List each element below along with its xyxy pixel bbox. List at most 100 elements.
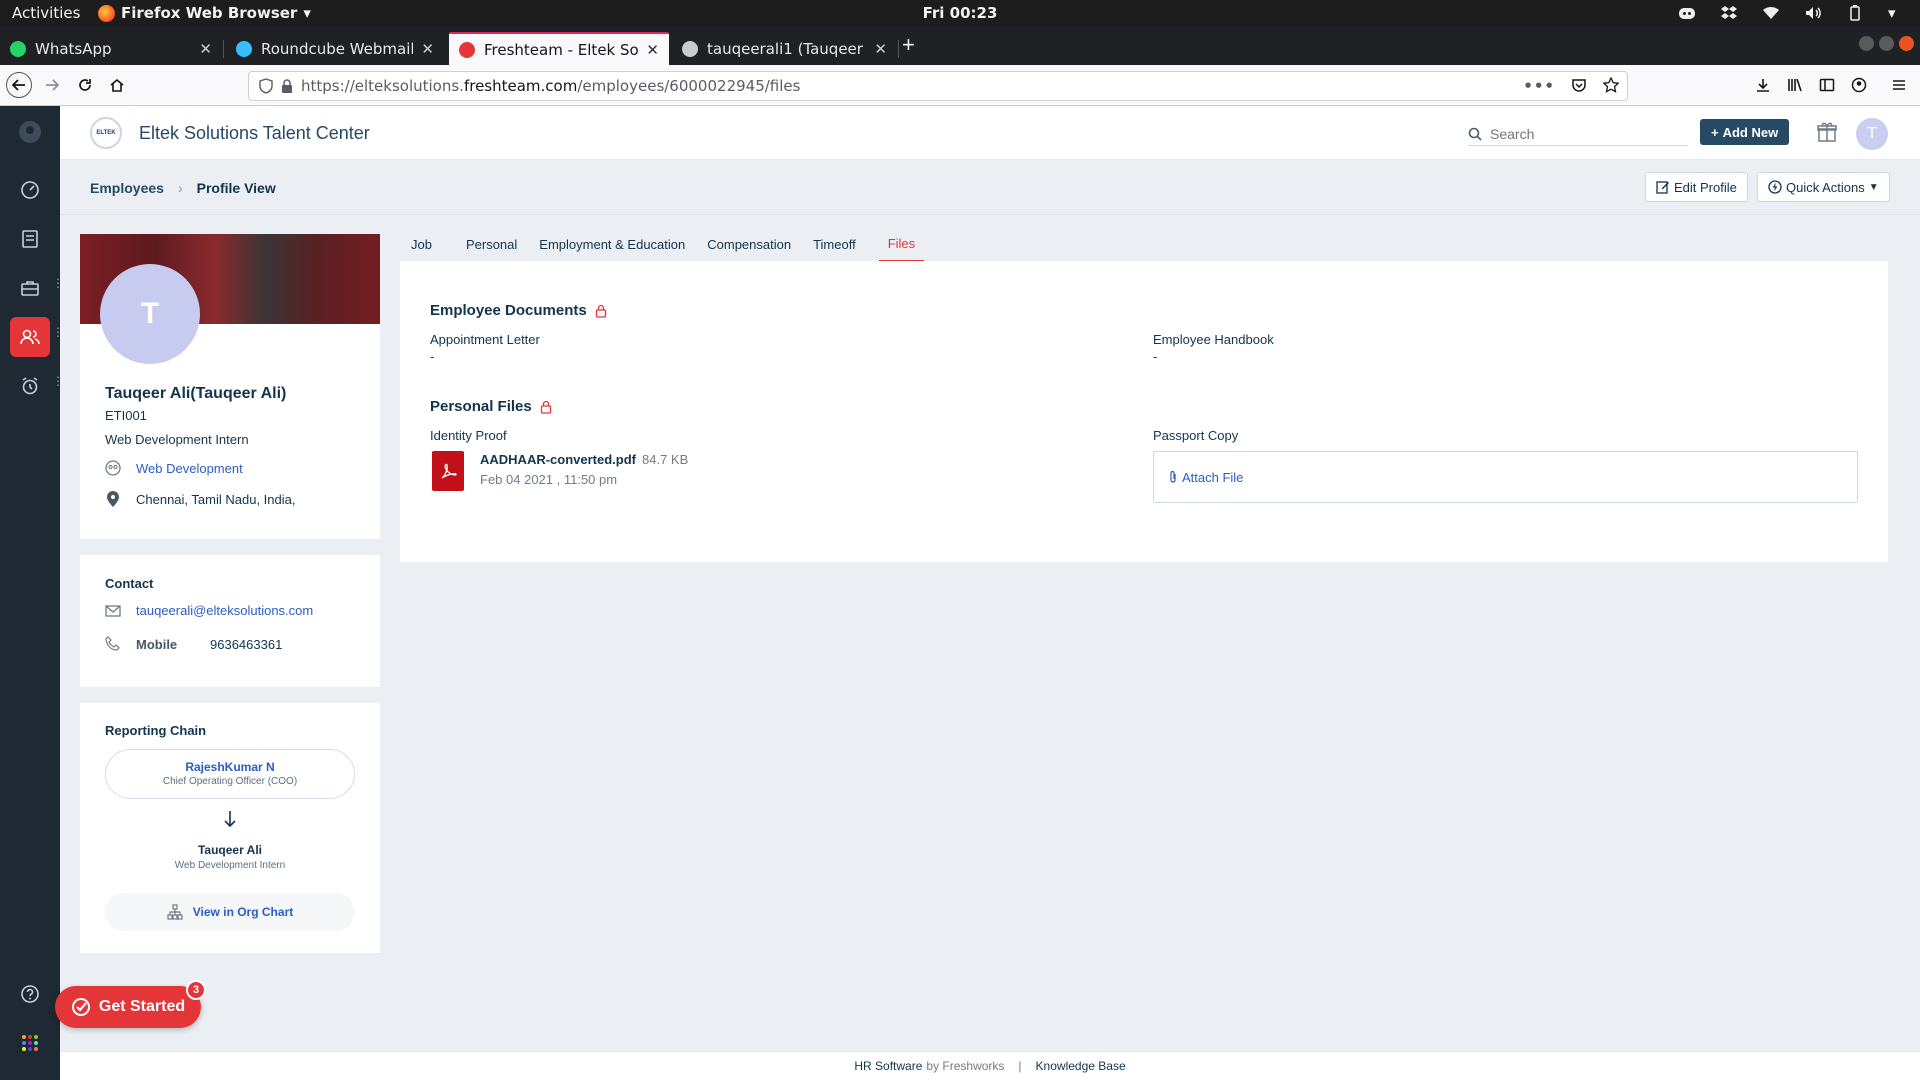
url-bar[interactable]: https://elteksolutions.freshteam.com/emp… xyxy=(248,71,1628,101)
rail-inbox[interactable] xyxy=(10,219,50,259)
attach-file-dropzone[interactable]: Attach File xyxy=(1153,451,1858,503)
get-started-button[interactable]: Get Started xyxy=(55,986,201,1028)
activities-button[interactable]: Activities xyxy=(12,4,80,22)
tab-files[interactable]: Files xyxy=(878,226,925,262)
attach-file-link[interactable]: Attach File xyxy=(1182,470,1243,485)
edit-profile-label: Edit Profile xyxy=(1674,179,1737,195)
volume-icon[interactable] xyxy=(1804,4,1822,22)
dashboard-gauge-icon xyxy=(21,181,39,199)
get-started-badge: 3 xyxy=(186,980,206,1000)
discord-icon[interactable] xyxy=(1678,4,1696,22)
account-icon xyxy=(1851,77,1867,93)
mobile-number[interactable]: 9636463361 xyxy=(210,637,282,652)
company-logo[interactable]: ELTEK xyxy=(90,117,122,149)
tab-timeoff[interactable]: Timeoff xyxy=(802,226,867,262)
file-info: AADHAAR-converted.pdf 84.7 KB Feb 04 2021… xyxy=(480,451,688,491)
account-button[interactable] xyxy=(1846,72,1872,98)
app-menu[interactable]: Firefox Web Browser ▾ xyxy=(98,4,311,22)
tab-personal[interactable]: Personal xyxy=(455,226,528,262)
department-link[interactable]: Web Development xyxy=(136,461,243,476)
profile-avatar[interactable]: T xyxy=(100,264,200,364)
minimize-button[interactable] xyxy=(1859,36,1874,51)
sidebar-icon xyxy=(1819,78,1835,92)
new-tab-button[interactable]: + xyxy=(902,34,915,56)
close-tab-icon[interactable]: ✕ xyxy=(421,40,434,58)
maximize-button[interactable] xyxy=(1879,36,1894,51)
edit-profile-button[interactable]: Edit Profile xyxy=(1645,172,1748,202)
rail-help[interactable] xyxy=(10,974,50,1014)
pocket-icon[interactable] xyxy=(1571,77,1587,95)
rail-more-dots[interactable]: ⋮ xyxy=(52,277,64,289)
manager-node[interactable]: RajeshKumar N Chief Operating Officer (C… xyxy=(105,749,355,799)
reload-button[interactable] xyxy=(72,72,98,98)
page-subheader: Employees › Profile View Edit Profile Qu… xyxy=(60,160,1920,215)
browser-tab-github[interactable]: tauqeerali1 (Tauqeer Ali) ✕ xyxy=(672,32,897,65)
rail-app-switcher[interactable] xyxy=(10,1023,50,1063)
file-item[interactable]: AADHAAR-converted.pdf 84.7 KB Feb 04 2021… xyxy=(432,451,688,491)
search-input[interactable] xyxy=(1490,125,1670,142)
breadcrumb-employees[interactable]: Employees xyxy=(90,180,164,196)
shield-icon[interactable] xyxy=(259,78,273,94)
view-org-chart-label: View in Org Chart xyxy=(192,905,294,919)
rail-more-dots[interactable]: ⋮ xyxy=(52,375,64,387)
rail-employees[interactable] xyxy=(10,317,50,357)
back-button[interactable] xyxy=(6,72,32,98)
personal-files-heading: Personal Files xyxy=(430,398,552,415)
department-row: Web Development xyxy=(105,460,243,476)
file-date: Feb 04 2021 , 11:50 pm xyxy=(480,472,618,487)
tab-separator xyxy=(223,40,224,58)
company-title: Eltek Solutions Talent Center xyxy=(139,123,370,143)
browser-tab-roundcube[interactable]: Roundcube Webmail :: P ✕ xyxy=(226,32,444,65)
close-tab-icon[interactable]: ✕ xyxy=(646,41,659,59)
bookmark-star-icon[interactable] xyxy=(1603,77,1619,95)
browser-tab-whatsapp[interactable]: WhatsApp ✕ xyxy=(0,32,222,65)
forward-button[interactable] xyxy=(39,72,65,98)
back-arrow-icon xyxy=(11,79,25,91)
rail-dashboard[interactable] xyxy=(10,170,50,210)
location-text: Chennai, Tamil Nadu, India, xyxy=(136,491,296,507)
close-window-button[interactable] xyxy=(1899,36,1914,51)
search-box[interactable] xyxy=(1468,122,1688,146)
contact-card: Contact tauqeerali@elteksolutions.com Mo… xyxy=(80,555,380,687)
knowledge-base-link[interactable]: Knowledge Base xyxy=(1036,1059,1126,1073)
user-avatar[interactable]: T xyxy=(1856,118,1888,150)
library-button[interactable] xyxy=(1782,72,1808,98)
close-tab-icon[interactable]: ✕ xyxy=(199,40,212,58)
close-tab-icon[interactable]: ✕ xyxy=(874,40,887,58)
rail-more-dots[interactable]: ⋮ xyxy=(52,326,64,338)
employee-handbook-label: Employee Handbook xyxy=(1153,332,1274,347)
power-menu-icon[interactable]: ▾ xyxy=(1888,4,1906,22)
browser-nav-bar: https://elteksolutions.freshteam.com/emp… xyxy=(0,65,1920,106)
rail-jobs[interactable] xyxy=(10,268,50,308)
rail-timeoff[interactable] xyxy=(10,366,50,406)
email-link[interactable]: tauqeerali@elteksolutions.com xyxy=(136,603,313,618)
tab-employment-education[interactable]: Employment & Education xyxy=(528,226,696,262)
view-org-chart-button[interactable]: View in Org Chart xyxy=(105,893,355,931)
url-actions: ••• xyxy=(1523,77,1619,95)
gift-button[interactable] xyxy=(1816,121,1838,143)
location-pin-icon xyxy=(105,491,121,507)
mobile-label: Mobile xyxy=(136,636,178,652)
browser-tab-freshteam[interactable]: Freshteam - Eltek Solutio ✕ xyxy=(449,32,669,65)
battery-icon[interactable] xyxy=(1846,4,1864,22)
footer-separator: | xyxy=(1018,1059,1022,1073)
sidebar-button[interactable] xyxy=(1814,72,1840,98)
tab-job[interactable]: Job xyxy=(400,226,443,262)
employee-id: ETI001 xyxy=(105,408,147,423)
menu-button[interactable] xyxy=(1886,72,1912,98)
lock-icon[interactable] xyxy=(281,79,293,93)
rail-profile[interactable] xyxy=(10,112,50,152)
url-text: https://elteksolutions.freshteam.com/emp… xyxy=(301,77,800,95)
file-name[interactable]: AADHAAR-converted.pdf xyxy=(480,452,636,467)
page-actions-icon[interactable]: ••• xyxy=(1523,77,1555,95)
wifi-icon[interactable] xyxy=(1762,4,1780,22)
hr-software-link[interactable]: HR Software xyxy=(854,1059,922,1073)
window-controls xyxy=(1859,36,1914,51)
quick-actions-button[interactable]: Quick Actions ▼ xyxy=(1757,172,1890,202)
add-new-button[interactable]: + Add New xyxy=(1700,119,1790,145)
dropbox-icon[interactable] xyxy=(1720,4,1738,22)
tab-compensation[interactable]: Compensation xyxy=(696,226,802,262)
home-button[interactable] xyxy=(104,72,130,98)
system-tray[interactable]: ▾ xyxy=(1678,4,1906,22)
downloads-button[interactable] xyxy=(1750,72,1776,98)
